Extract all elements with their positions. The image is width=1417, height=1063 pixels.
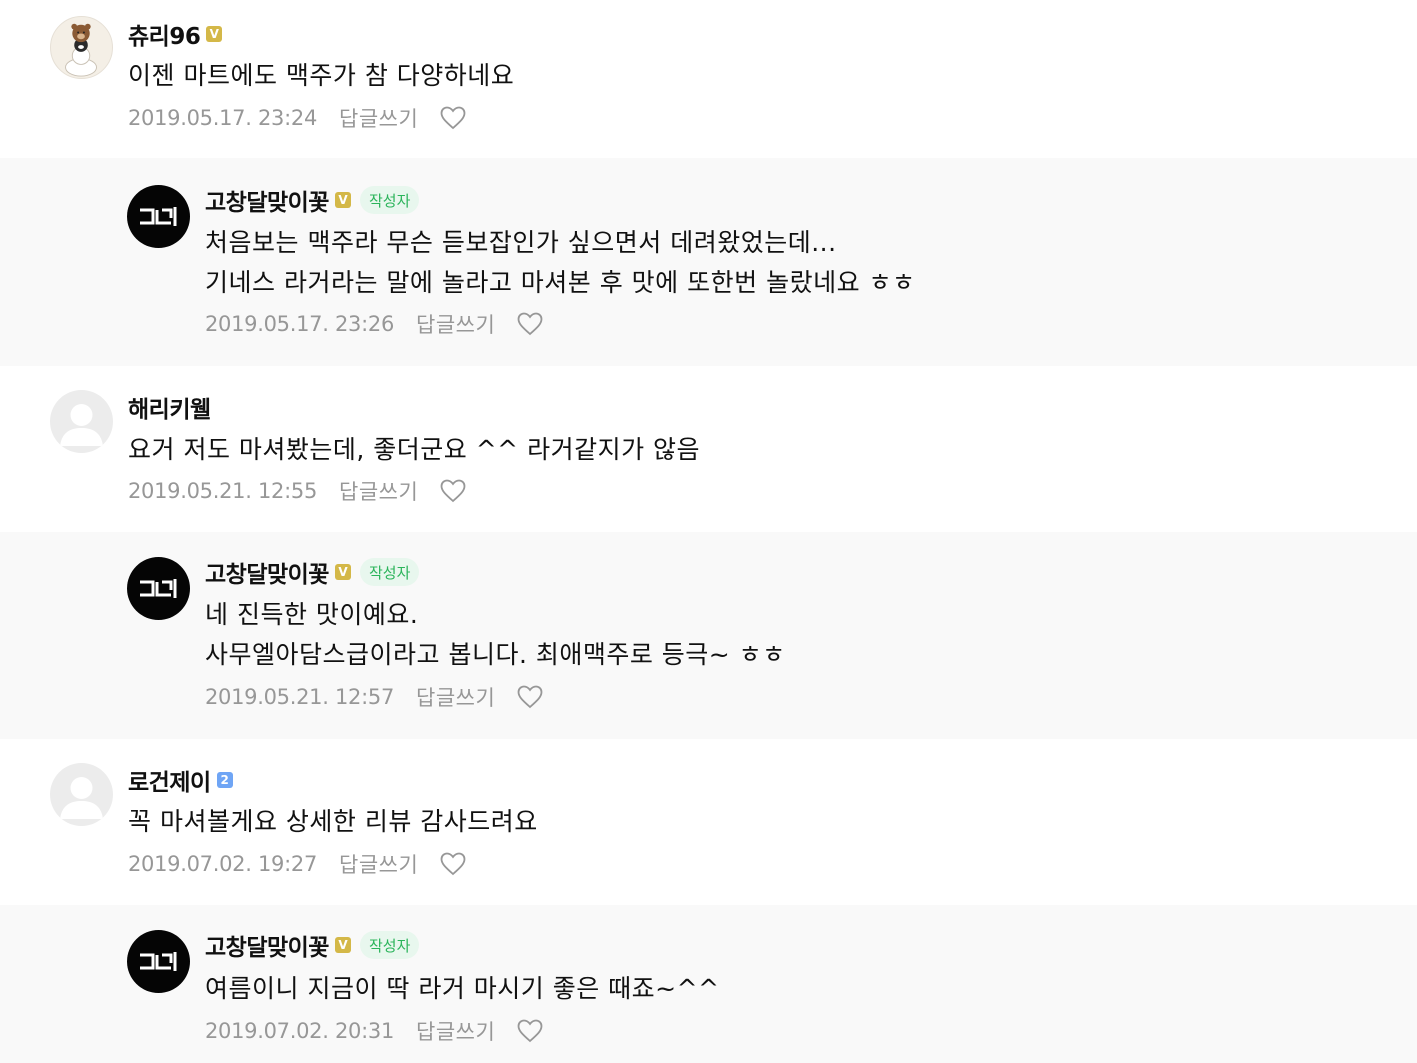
comment-date: 2019.05.21. 12:57 — [205, 685, 395, 709]
reply-button[interactable]: 답글쓰기 — [339, 476, 418, 506]
author-tag: 작성자 — [359, 186, 420, 214]
user-avatar[interactable] — [50, 763, 113, 826]
comment-date: 2019.05.21. 12:55 — [128, 479, 318, 503]
bear-avatar-icon — [65, 23, 97, 77]
reply-button[interactable]: 답글쓰기 — [416, 682, 495, 712]
comment-date: 2019.07.02. 20:31 — [205, 1019, 395, 1043]
reply-comment-item: 고창달맞이꽃 V 작성자 처음보는 맥주라 무슨 듣보잡인가 싶으면서 데려왔었… — [0, 158, 1417, 366]
comment-date: 2019.05.17. 23:26 — [205, 312, 395, 336]
comment-nickname[interactable]: 고창달맞이꽃 — [205, 555, 329, 589]
comment-text: 꼭 마셔볼게요 상세한 리뷰 감사드려요 — [128, 807, 538, 836]
author-avatar[interactable] — [127, 557, 190, 620]
reply-button[interactable]: 답글쓰기 — [416, 1016, 495, 1046]
comment-nickname[interactable]: 고창달맞이꽃 — [205, 183, 329, 217]
comment-text: 이젠 마트에도 맥주가 참 다양하네요 — [128, 61, 515, 90]
reply-button[interactable]: 답글쓰기 — [416, 309, 495, 339]
author-avatar[interactable] — [127, 185, 190, 248]
comment-date: 2019.05.17. 23:24 — [128, 106, 318, 130]
heart-icon[interactable] — [440, 852, 466, 876]
comment-text-line: 처음보는 맥주라 무슨 듣보잡인가 싶으면서 데려왔었는데... — [205, 228, 837, 257]
comment-text-line: 기네스 라거라는 말에 놀라고 마셔본 후 맛에 또한번 놀랐네요 ㅎㅎ — [205, 268, 916, 297]
verified-badge-icon: V — [334, 192, 351, 208]
user-avatar[interactable] — [50, 16, 113, 79]
comment-text-line: 네 진득한 맛이예요. — [205, 600, 419, 629]
author-tag: 작성자 — [359, 558, 420, 586]
reply-button[interactable]: 답글쓰기 — [339, 849, 418, 879]
verified-badge-icon: V — [334, 937, 351, 953]
comment-nickname[interactable]: 츄리96 — [128, 17, 201, 51]
reply-button[interactable]: 답글쓰기 — [339, 103, 418, 133]
comment-text-line: 사무엘아담스급이라고 봅니다. 최애맥주로 등극~ ㅎㅎ — [205, 640, 786, 669]
comment-nickname[interactable]: 고창달맞이꽃 — [205, 928, 329, 962]
heart-icon[interactable] — [517, 312, 543, 336]
comment-item: 로건제이 2 꼭 마셔볼게요 상세한 리뷰 감사드려요 2019.07.02. … — [0, 739, 1417, 905]
brand-logo-icon — [140, 207, 177, 226]
heart-icon[interactable] — [517, 685, 543, 709]
author-avatar[interactable] — [127, 930, 190, 993]
comment-nickname[interactable]: 해리키웰 — [128, 390, 211, 424]
user-avatar[interactable] — [50, 390, 113, 453]
verified-badge-icon: V — [334, 564, 351, 580]
heart-icon[interactable] — [440, 479, 466, 503]
default-profile-icon — [60, 404, 103, 446]
brand-logo-icon — [140, 579, 177, 598]
comment-nickname[interactable]: 로건제이 — [128, 763, 211, 797]
heart-icon[interactable] — [517, 1019, 543, 1043]
reply-comment-item: 고창달맞이꽃 V 작성자 네 진득한 맛이예요. 사무엘아담스급이라고 봅니다.… — [0, 532, 1417, 739]
author-tag: 작성자 — [359, 931, 420, 959]
comment-item: 해리키웰 요거 저도 마셔봤는데, 좋더군요 ^^ 라거같지가 않음 2019.… — [0, 366, 1417, 532]
brand-logo-icon — [140, 952, 177, 971]
reply-comment-item: 고창달맞이꽃 V 작성자 여름이니 지금이 딱 라거 마시기 좋은 때죠~^^ … — [0, 905, 1417, 1063]
level-badge-icon: 2 — [216, 772, 233, 788]
comment-text: 여름이니 지금이 딱 라거 마시기 좋은 때죠~^^ — [205, 974, 720, 1003]
comment-text: 요거 저도 마셔봤는데, 좋더군요 ^^ 라거같지가 않음 — [128, 435, 701, 464]
heart-icon[interactable] — [440, 106, 466, 130]
verified-badge-icon: V — [206, 26, 223, 42]
default-profile-icon — [60, 777, 103, 819]
comment-item: 츄리96 V 이젠 마트에도 맥주가 참 다양하네요 2019.05.17. 2… — [0, 0, 1417, 158]
comment-date: 2019.07.02. 19:27 — [128, 852, 318, 876]
